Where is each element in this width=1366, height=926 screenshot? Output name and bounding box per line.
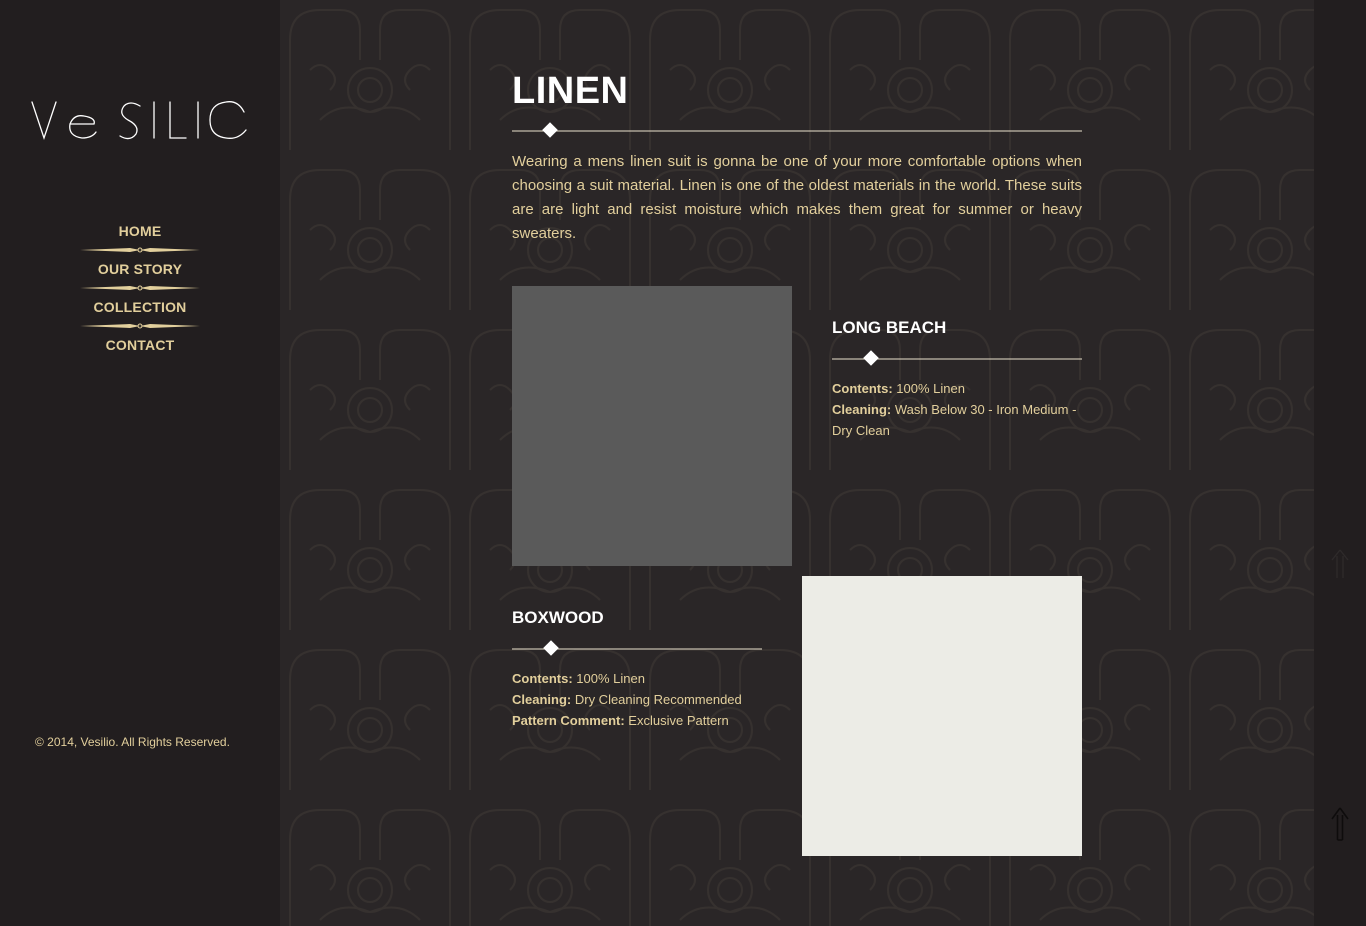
nav-item-contact[interactable]: CONTACT bbox=[80, 332, 200, 358]
spec-cleaning: Cleaning: Dry Cleaning Recommended bbox=[512, 692, 742, 707]
spec-cleaning: Cleaning: Wash Below 30 - Iron Medium - … bbox=[832, 402, 1077, 438]
page-title: LINEN bbox=[512, 70, 629, 112]
scroll-to-top-arrow-icon[interactable] bbox=[1330, 806, 1350, 842]
spec-contents: Contents: 100% Linen bbox=[832, 381, 965, 396]
product-name: BOXWOOD bbox=[512, 608, 604, 627]
product-boxwood: BOXWOOD Contents: 100% Linen Cleaning: D… bbox=[512, 606, 762, 731]
nav-item-our-story[interactable]: OUR STORY bbox=[80, 256, 200, 282]
ornament-divider bbox=[80, 247, 200, 253]
linen-section: LINEN Wearing a mens linen suit is gonna… bbox=[512, 0, 1082, 926]
right-gutter bbox=[1314, 0, 1366, 926]
product-divider bbox=[512, 640, 762, 656]
spec-pattern-comment: Pattern Comment: Exclusive Pattern bbox=[512, 713, 729, 728]
main-content: LINEN Wearing a mens linen suit is gonna… bbox=[280, 0, 1314, 926]
fabric-swatch-boxwood[interactable] bbox=[802, 576, 1082, 856]
nav-item-home[interactable]: HOME bbox=[80, 218, 200, 244]
spec-list: Contents: 100% Linen Cleaning: Dry Clean… bbox=[512, 668, 762, 731]
title-divider bbox=[512, 122, 1082, 138]
arrow-up-icon bbox=[1331, 549, 1349, 578]
fabric-swatch-long-beach[interactable] bbox=[512, 286, 792, 566]
product-long-beach: LONG BEACH Contents: 100% Linen Cleaning… bbox=[832, 316, 1082, 441]
page: HOME OUR STORY COLLECTION CONTACT © 2014… bbox=[0, 0, 1366, 926]
main-nav: HOME OUR STORY COLLECTION CONTACT bbox=[80, 218, 200, 358]
product-name: LONG BEACH bbox=[832, 318, 947, 337]
product-divider bbox=[832, 350, 1082, 366]
nav-item-collection[interactable]: COLLECTION bbox=[80, 294, 200, 320]
ornament-divider bbox=[80, 285, 200, 291]
spec-contents: Contents: 100% Linen bbox=[512, 671, 645, 686]
ornament-divider bbox=[80, 323, 200, 329]
sidebar: HOME OUR STORY COLLECTION CONTACT © 2014… bbox=[0, 0, 280, 926]
intro-paragraph: Wearing a mens linen suit is gonna be on… bbox=[512, 153, 1082, 242]
vesilio-logo[interactable] bbox=[30, 92, 250, 148]
copyright-text: © 2014, Vesilio. All Rights Reserved. bbox=[35, 735, 230, 749]
spec-list: Contents: 100% Linen Cleaning: Wash Belo… bbox=[832, 378, 1082, 441]
